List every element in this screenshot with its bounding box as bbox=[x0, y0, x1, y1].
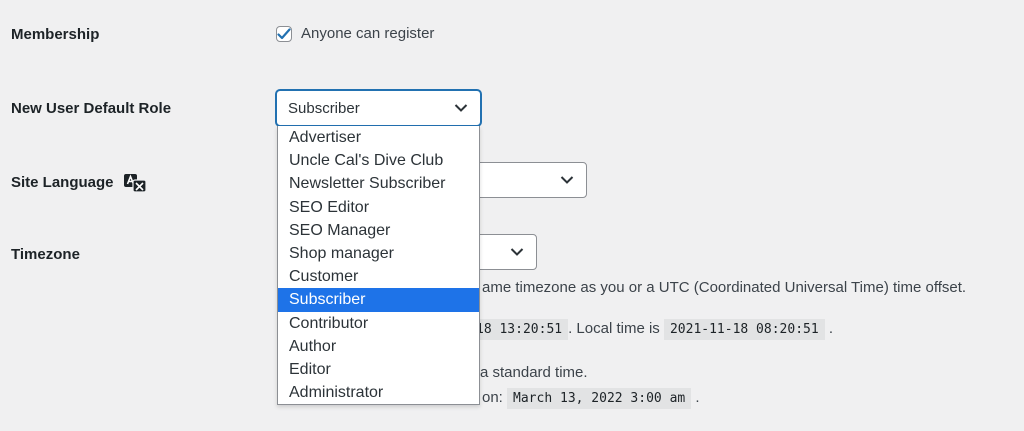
dst-time-code: March 13, 2022 3:00 am bbox=[507, 388, 692, 409]
role-option[interactable]: Shop manager bbox=[278, 242, 479, 265]
role-option[interactable]: SEO Editor bbox=[278, 196, 479, 219]
standard-time-text: a standard time. bbox=[480, 364, 588, 381]
timezone-description: ame timezone as you or a UTC (Coordinate… bbox=[482, 279, 967, 296]
checkmark-icon bbox=[277, 27, 291, 39]
membership-label: Membership bbox=[11, 26, 100, 43]
role-option[interactable]: Advertiser bbox=[278, 126, 479, 149]
default-role-select[interactable]: Subscriber bbox=[276, 90, 481, 126]
role-option[interactable]: Editor bbox=[278, 358, 479, 381]
translation-icon bbox=[124, 174, 147, 193]
local-time-end: . bbox=[828, 320, 834, 337]
site-language-select[interactable] bbox=[476, 162, 587, 198]
role-option[interactable]: Administrator bbox=[278, 381, 479, 404]
role-option[interactable]: SEO Manager bbox=[278, 219, 479, 242]
role-option[interactable]: Contributor bbox=[278, 312, 479, 335]
chevron-down-icon bbox=[560, 176, 574, 184]
dst-line: on: March 13, 2022 3:00 am . bbox=[482, 388, 700, 409]
local-time-text: . Local time is bbox=[568, 320, 660, 337]
role-option[interactable]: Newsletter Subscriber bbox=[278, 172, 479, 195]
default-role-selected-value: Subscriber bbox=[288, 99, 360, 117]
local-time-code: 2021-11-18 08:20:51 bbox=[663, 319, 825, 340]
universal-time-code: 18 13:20:51 bbox=[476, 319, 569, 340]
role-option[interactable]: Subscriber bbox=[278, 288, 479, 312]
dst-text: on: bbox=[482, 389, 503, 406]
anyone-can-register-label[interactable]: Anyone can register bbox=[301, 25, 434, 42]
anyone-can-register-checkbox[interactable] bbox=[276, 25, 292, 42]
default-role-label: New User Default Role bbox=[11, 100, 172, 117]
role-option[interactable]: Author bbox=[278, 335, 479, 358]
timezone-label: Timezone bbox=[11, 246, 80, 263]
dst-end: . bbox=[695, 389, 700, 406]
site-language-label: Site Language bbox=[11, 174, 114, 191]
role-option[interactable]: Customer bbox=[278, 265, 479, 288]
time-info-line: 18 13:20:51. Local time is 2021-11-18 08… bbox=[476, 319, 834, 340]
timezone-select[interactable] bbox=[476, 234, 537, 270]
chevron-down-icon bbox=[510, 248, 524, 256]
chevron-down-icon bbox=[454, 104, 468, 112]
role-option[interactable]: Uncle Cal's Dive Club bbox=[278, 149, 479, 172]
membership-checkbox-group[interactable]: Anyone can register bbox=[276, 25, 434, 42]
default-role-dropdown-list[interactable]: Advertiser Uncle Cal's Dive Club Newslette… bbox=[277, 126, 480, 406]
